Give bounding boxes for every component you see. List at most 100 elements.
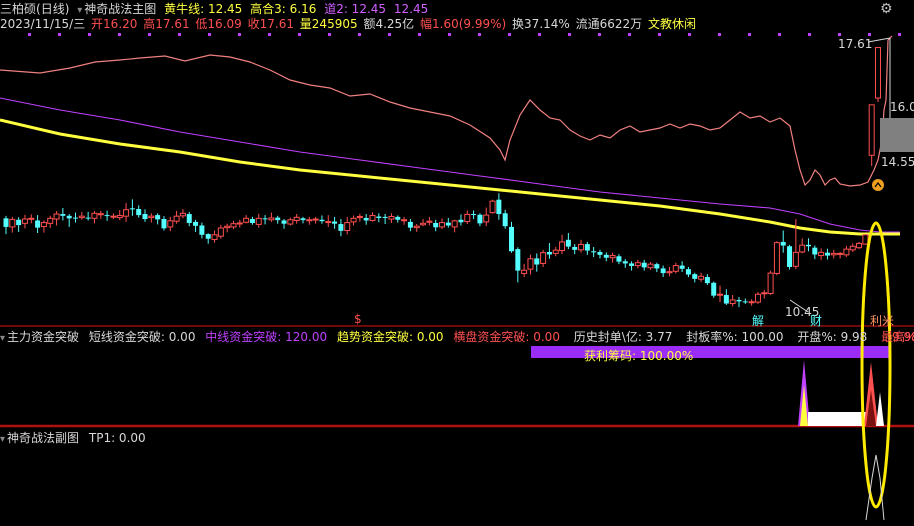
candle-body-down — [723, 294, 729, 304]
candle-body-down — [363, 217, 369, 221]
candle-body-up — [672, 265, 679, 272]
candle-body-up — [830, 252, 837, 256]
candle-body-down — [742, 301, 748, 303]
candle-body-up — [306, 219, 313, 222]
purple-ma-line — [0, 97, 900, 233]
short-fund-spike — [876, 392, 884, 426]
candle-body-down — [591, 251, 597, 253]
top-dot — [808, 33, 811, 36]
candle-body-down — [787, 246, 793, 268]
top-dot — [658, 33, 661, 36]
right-price-mid: 14.55 — [881, 155, 914, 169]
top-dot — [718, 33, 721, 36]
candle-body-up — [666, 271, 673, 274]
quote-amount: 额4.25亿 — [363, 17, 415, 31]
chevron-down-icon[interactable]: ▾ — [77, 5, 82, 16]
chevron-down-icon[interactable]: ▾ — [0, 434, 5, 445]
panel3-title[interactable]: 神奇战法副图 — [7, 431, 79, 445]
candle-body-up — [179, 212, 186, 217]
candle-body-down — [502, 213, 508, 227]
candle-body-up — [287, 219, 294, 225]
mark-cai: 财 — [810, 314, 823, 328]
top-dot — [118, 33, 121, 36]
candle-body-up — [439, 222, 445, 228]
candle-body-up — [236, 222, 243, 225]
candle-body-down — [685, 269, 691, 275]
quote-change: 幅1.60(9.99%) — [420, 17, 507, 31]
candle-body-down — [584, 244, 590, 251]
top-dot — [208, 33, 211, 36]
mid-fund-label: 中线资金突破: 120.00 — [205, 330, 328, 344]
candle-body-down — [35, 220, 41, 228]
top-dot — [298, 33, 301, 36]
top-dot — [778, 33, 781, 36]
candle-body-down — [85, 217, 91, 219]
candle-body-down — [161, 219, 167, 229]
candle-body-up — [255, 217, 262, 225]
candle-body-up — [837, 252, 844, 255]
candle-body-down — [812, 247, 818, 255]
candle-body-down — [509, 226, 515, 252]
candle-body-up — [729, 299, 736, 305]
candle-body-up — [875, 47, 881, 99]
candle-body-down — [104, 215, 110, 217]
candle-body-down — [654, 264, 660, 269]
candle-body-up — [792, 251, 799, 267]
candle-body-down — [616, 256, 622, 262]
panel2-title[interactable]: 主力资金突破 — [7, 330, 79, 344]
candle-body-up — [268, 217, 275, 221]
candle-body-down — [805, 244, 811, 247]
quote-sector: 文教休闲 — [648, 17, 697, 31]
candle-body-up — [754, 293, 761, 303]
gear-icon[interactable]: ⚙ — [880, 2, 893, 16]
candle-body-down — [445, 222, 451, 226]
quote-date: 2023/11/15/三 — [0, 17, 86, 31]
candle-body-down — [471, 214, 477, 216]
candle-body-down — [458, 219, 464, 223]
candle-body-up — [578, 243, 585, 251]
right-price-top: 16.01 — [890, 100, 914, 114]
chevron-down-icon[interactable]: ▾ — [0, 333, 5, 344]
candle-body-down — [142, 214, 148, 220]
max-rate-value: 9.98 — [892, 330, 914, 344]
header-row: 三柏硕(日线) ▾ 神奇战法主图 黄牛线: 12.45 高合3: 6.16 道2:… — [0, 2, 432, 18]
candle-body-down — [597, 251, 603, 255]
limit-up-marker — [872, 179, 884, 191]
candle-body-down — [193, 221, 199, 226]
candle-body-down — [692, 274, 698, 279]
indicator-name[interactable]: 神奇战法主图 — [84, 2, 156, 16]
candle-body-up — [28, 217, 35, 220]
top-dot — [148, 33, 151, 36]
candle-body-down — [60, 214, 66, 216]
top-dot — [508, 33, 511, 36]
top-dot — [478, 33, 481, 36]
candle-body-down — [382, 216, 388, 218]
quote-low: 低16.09 — [195, 17, 242, 31]
top-dot — [238, 33, 241, 36]
candle-body-up — [53, 213, 60, 220]
candle-body-up — [230, 223, 237, 228]
candle-body-up — [388, 216, 395, 220]
candle-body-up — [116, 214, 123, 219]
gaohe-label: 高合3: 6.16 — [250, 2, 317, 16]
panel2-header: ▾ 主力资金突破 短线资金突破: 0.00 中线资金突破: 120.00 趋势资金… — [0, 330, 914, 346]
mark-right: 利米 — [870, 314, 895, 328]
horizontal-fund-label: 横盘资金突破: 0.00 — [453, 330, 560, 344]
candle-body-up — [21, 218, 28, 224]
candle-body-down — [73, 217, 79, 219]
candle-body-down — [534, 258, 540, 265]
quote-close: 收17.61 — [247, 17, 294, 31]
open-rate-label: 开盘%: 9.98 — [797, 330, 868, 344]
candle-body-down — [129, 208, 135, 210]
candle-body-up — [521, 269, 528, 274]
candle-body-up — [401, 219, 408, 222]
candle-body-down — [199, 225, 205, 235]
candle-body-up — [91, 212, 98, 219]
trend-fund-label: 趋势资金突破: 0.00 — [336, 330, 444, 344]
candle-body-down — [780, 241, 786, 246]
candle-body-down — [477, 214, 483, 224]
fund-block — [808, 412, 868, 426]
candle-body-down — [205, 234, 211, 239]
candle-body-up — [312, 218, 319, 221]
candle-body-up — [843, 248, 850, 256]
